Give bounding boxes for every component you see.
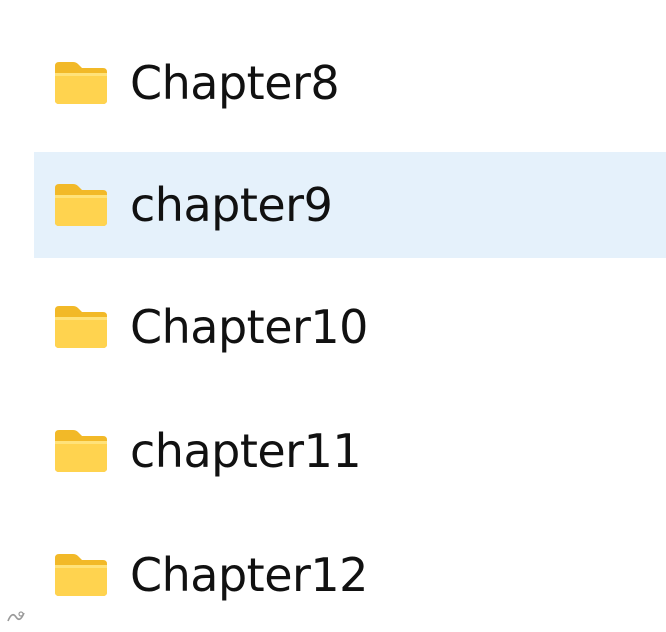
folder-list: Chapter8 chapter9 Chapter10 chapter11 Ch…: [0, 0, 666, 632]
folder-row-chapter12[interactable]: Chapter12: [34, 522, 666, 628]
watermark-logo-icon: [7, 611, 25, 622]
folder-icon: [53, 304, 109, 350]
folder-name: Chapter10: [130, 300, 368, 354]
folder-icon: [53, 552, 109, 598]
folder-icon: [53, 182, 109, 228]
folder-row-chapter8[interactable]: Chapter8: [34, 30, 666, 136]
folder-name: chapter11: [130, 424, 362, 478]
folder-name: Chapter8: [130, 56, 340, 110]
folder-icon: [53, 428, 109, 474]
folder-icon: [53, 60, 109, 106]
folder-row-chapter10[interactable]: Chapter10: [34, 274, 666, 380]
folder-row-chapter11[interactable]: chapter11: [34, 398, 666, 504]
folder-row-chapter9[interactable]: chapter9: [34, 152, 666, 258]
folder-name: Chapter12: [130, 548, 368, 602]
folder-name: chapter9: [130, 178, 333, 232]
watermark: [6, 606, 26, 628]
